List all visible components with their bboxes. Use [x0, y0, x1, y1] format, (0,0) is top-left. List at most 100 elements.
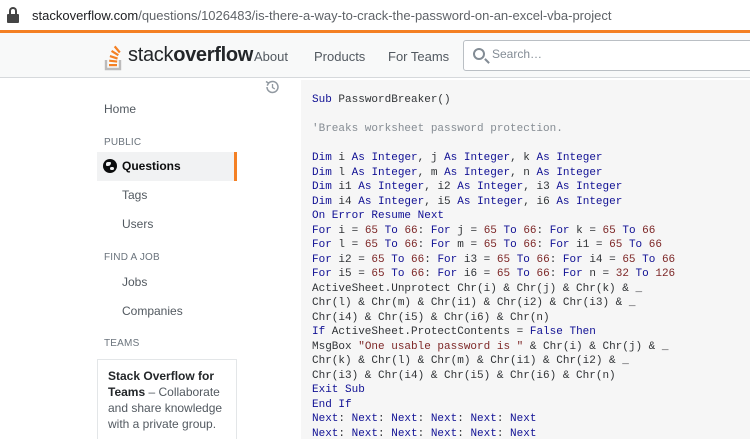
code-token: 66 [536, 253, 550, 266]
code-token: For [437, 253, 458, 266]
code-token: For [562, 253, 583, 266]
code-token: Integer [576, 181, 623, 193]
code-line: Dim i As Integer, j As Integer, k As Int… [312, 151, 750, 166]
site-header: stackoverflow About Products For Teams [0, 30, 750, 78]
code-token: : [549, 253, 563, 266]
code-token: To [384, 224, 398, 237]
code-token: As [358, 181, 372, 193]
sidebar-item-users[interactable]: Users [122, 217, 153, 231]
code-token: i1 [331, 181, 359, 193]
code-token: As [536, 166, 550, 179]
code-token: To [391, 253, 405, 266]
code-token: As [536, 152, 550, 164]
code-token: Next [510, 427, 537, 439]
code-token: 65 [483, 224, 497, 237]
nav-for-teams[interactable]: For Teams [388, 49, 449, 64]
code-token: Integer [477, 195, 524, 208]
code-token: Next [312, 413, 339, 425]
code-token: : [424, 253, 438, 266]
code-token: 66 [661, 253, 676, 266]
code-token: 66 [642, 224, 656, 237]
lock-icon[interactable] [6, 7, 20, 23]
code-token: Exit Sub [312, 384, 365, 396]
code-token: As [444, 166, 458, 179]
code-token: 65 [496, 253, 511, 266]
code-token: i [331, 152, 352, 164]
code-token: i1 = [569, 239, 610, 251]
code-token: For [549, 239, 570, 251]
code-token: , i5 [424, 195, 458, 208]
code-token: : [536, 224, 550, 237]
code-token: To [384, 239, 398, 251]
code-token: Integer [378, 195, 425, 208]
code-line: For l = 65 To 66: For m = 65 To 66: For … [312, 238, 750, 253]
code-token: As [556, 181, 570, 193]
code-token: To [503, 224, 517, 237]
url-host: stackoverflow.com [32, 7, 139, 23]
code-token: i3 = [457, 253, 497, 266]
sidebar-item-jobs[interactable]: Jobs [122, 275, 147, 289]
code-token: 65 [364, 224, 379, 237]
sidebar-item-home[interactable]: Home [104, 102, 136, 116]
teams-promo[interactable]: Stack Overflow for Teams – Collaborate a… [97, 359, 237, 439]
code-token: To [622, 224, 636, 237]
code-token: Next [351, 427, 379, 439]
code-token: 65 [371, 253, 385, 266]
code-token: 65 [609, 239, 623, 251]
code-token: To [503, 239, 517, 251]
code-token: To [642, 253, 656, 266]
code-token: MsgBox [312, 340, 359, 353]
code-token: Chr(k) & Chr(l) & Chr(m) & Chr(i1) & Chr… [312, 355, 629, 367]
sidebar-item-questions[interactable]: Questions [97, 152, 237, 181]
browser-address-bar[interactable]: stackoverflow.com/questions/1026483/is-t… [0, 0, 750, 30]
url-text[interactable]: stackoverflow.com/questions/1026483/is-t… [32, 8, 611, 23]
search-box[interactable] [463, 40, 750, 71]
nav-about[interactable]: About [254, 49, 288, 64]
code-token: : [496, 427, 511, 439]
search-input[interactable] [492, 47, 732, 61]
site-logo[interactable]: stackoverflow [104, 41, 253, 71]
code-token: i2 = [331, 253, 372, 266]
globe-icon [103, 159, 117, 173]
code-token: To [391, 268, 405, 280]
sidebar-item-tags[interactable]: Tags [122, 188, 147, 202]
code-token: For [430, 239, 451, 251]
code-token: 126 [655, 268, 676, 280]
code-token: , m [417, 166, 445, 179]
code-token: , i3 [523, 181, 557, 193]
code-token: i6 = [457, 268, 497, 280]
code-token: ActiveSheet.ProtectContents = [325, 326, 530, 338]
search-icon [473, 48, 485, 60]
code-line: Chr(i3) & Chr(i4) & Chr(i5) & Chr(i6) & … [312, 369, 750, 384]
code-block[interactable]: Sub PasswordBreaker() 'Breaks worksheet … [301, 80, 750, 439]
code-token: : [457, 413, 471, 425]
code-token: 65 [371, 268, 385, 280]
code-token: Next [430, 413, 458, 425]
code-token: n = [582, 268, 616, 280]
code-token: k = [569, 224, 603, 237]
code-line: Sub PasswordBreaker() [312, 93, 750, 108]
code-token: Integer [371, 152, 418, 164]
code-token: Integer [371, 166, 418, 179]
code-token: : [378, 413, 392, 425]
history-icon[interactable] [264, 79, 280, 95]
left-sidebar: Home PUBLIC Questions Tags Users FIND A … [0, 79, 237, 439]
sidebar-item-companies[interactable]: Companies [122, 304, 183, 318]
code-token: Next [470, 413, 497, 425]
code-token: & Chr(i) & Chr(j) & _ [523, 340, 669, 353]
stack-logo-icon [104, 45, 122, 71]
code-token: 32 [615, 268, 629, 280]
code-token: : [549, 268, 563, 280]
code-token: , i2 [424, 181, 458, 193]
code-token: PasswordBreaker() [331, 94, 451, 106]
nav-products[interactable]: Products [314, 49, 365, 64]
